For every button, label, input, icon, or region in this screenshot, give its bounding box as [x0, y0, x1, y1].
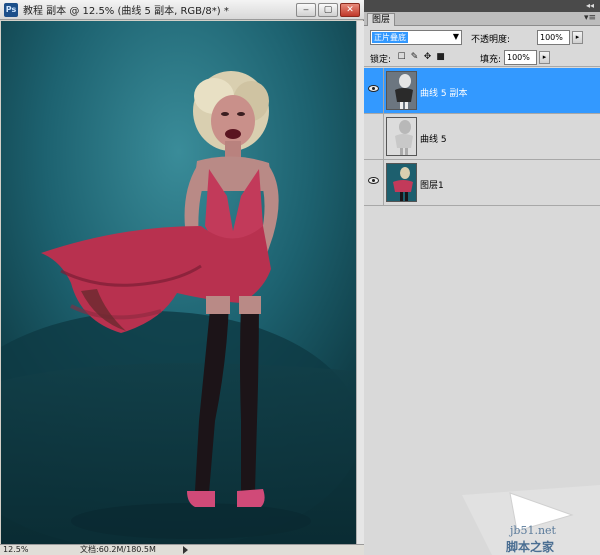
photo-illustration [1, 21, 356, 544]
fill-stepper[interactable]: ▸ [539, 51, 550, 64]
watermark-site: jb51.net [510, 524, 556, 537]
blend-mode-select[interactable]: 正片叠底 ▼ [370, 30, 462, 45]
opacity-stepper[interactable]: ▸ [572, 31, 583, 44]
lock-label: 锁定: [370, 55, 392, 65]
collapse-icon[interactable]: ◂◂ [586, 1, 594, 10]
panel-tabs: 图层 ▾≡ [364, 12, 600, 26]
window-controls: ‒ ▢ ✕ [296, 3, 360, 17]
fill-label: 填充: [480, 55, 502, 65]
minimize-button[interactable]: ‒ [296, 3, 316, 17]
status-bar: 12.5% 文档:60.2M/180.5M [0, 544, 364, 555]
opacity-input[interactable]: 100% [537, 30, 570, 45]
visibility-toggle[interactable] [364, 114, 384, 160]
zoom-readout[interactable]: 12.5% [3, 545, 28, 555]
blend-mode-value: 正片叠底 [372, 32, 408, 43]
layer-name: 图层1 [420, 181, 444, 191]
lock-move-icon[interactable]: ✥ [422, 52, 433, 63]
layer-row-curves5-copy[interactable]: 曲线 5 副本 [364, 68, 600, 114]
image-canvas[interactable] [1, 21, 356, 544]
layer-thumbnail [386, 163, 417, 202]
tab-layers[interactable]: 图层 [367, 13, 396, 26]
layers-panel: ◂◂ 图层 ▾≡ 正片叠底 ▼ 不透明度: 100% ▸ 锁定: ☐ ✎ ✥ ■… [364, 0, 600, 555]
document-title: 教程 副本 @ 12.5% (曲线 5 副本, RGB/8*) * [23, 6, 229, 17]
eye-icon [368, 177, 379, 184]
chevron-down-icon: ▼ [452, 32, 459, 41]
layer-thumbnail [386, 71, 417, 110]
vertical-scrollbar[interactable] [356, 21, 364, 544]
restore-button[interactable]: ▢ [318, 3, 338, 17]
eye-icon [368, 85, 379, 92]
document-titlebar[interactable]: Ps 教程 副本 @ 12.5% (曲线 5 副本, RGB/8*) * ‒ ▢… [0, 0, 364, 20]
lock-row: 锁定: ☐ ✎ ✥ ■ 填充: 100% ▸ [364, 49, 600, 67]
lock-all-icon[interactable]: ■ [435, 52, 446, 63]
photoshop-icon: Ps [4, 2, 18, 17]
document-window: Ps 教程 副本 @ 12.5% (曲线 5 副本, RGB/8*) * ‒ ▢… [0, 0, 364, 555]
layer-name: 曲线 5 副本 [420, 89, 468, 99]
lock-brush-icon[interactable]: ✎ [409, 52, 420, 63]
blend-row: 正片叠底 ▼ 不透明度: 100% ▸ [364, 27, 600, 49]
layers-list: 曲线 5 副本 曲线 5 图层1 [364, 68, 600, 208]
watermark: jb51.net 脚本之家 [422, 485, 600, 555]
layer-name: 曲线 5 [420, 135, 447, 145]
visibility-toggle[interactable] [364, 160, 384, 206]
layer-row-curves5[interactable]: 曲线 5 [364, 114, 600, 160]
opacity-label: 不透明度: [471, 35, 511, 45]
document-size: 文档:60.2M/180.5M [80, 545, 156, 554]
lock-transparent-icon[interactable]: ☐ [396, 52, 407, 63]
fill-input[interactable]: 100% [504, 50, 537, 65]
layer-thumbnail [386, 117, 417, 156]
status-menu-arrow-icon[interactable] [183, 546, 188, 554]
layer-row-layer1[interactable]: 图层1 [364, 160, 600, 206]
visibility-toggle[interactable] [364, 68, 384, 114]
close-button[interactable]: ✕ [340, 3, 360, 17]
panel-topbar: ◂◂ [364, 0, 600, 12]
panel-menu-icon[interactable]: ▾≡ [584, 13, 596, 23]
watermark-name: 脚本之家 [506, 540, 555, 554]
